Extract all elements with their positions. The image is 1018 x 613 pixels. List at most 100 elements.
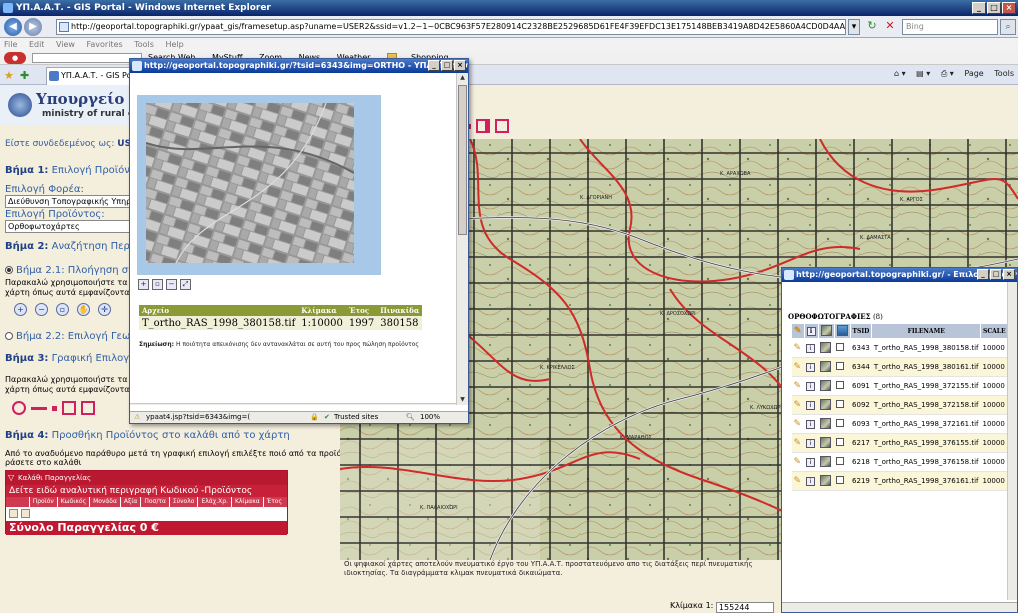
menu-edit[interactable]: Edit <box>29 40 45 49</box>
list-row[interactable]: ✎i6343T_ortho_RAS_1998_380158.tif100001 <box>791 338 1017 358</box>
row-info-icon[interactable]: i <box>806 419 816 429</box>
row-select-cell[interactable] <box>834 338 851 358</box>
draw-circle-icon[interactable] <box>12 401 26 415</box>
row-info-cell[interactable]: i <box>804 338 819 358</box>
cart-edit-icon[interactable] <box>21 509 30 518</box>
list-col-tsid[interactable]: TSID <box>849 323 873 339</box>
address-field[interactable]: http://geoportal.topographiki.gr/ypaat_g… <box>56 19 846 35</box>
step21-radio[interactable] <box>5 266 13 274</box>
map-polygon-icon[interactable] <box>476 119 490 133</box>
toolbar-search-input[interactable] <box>32 53 142 63</box>
row-edit-icon[interactable]: ✎ <box>794 381 802 391</box>
row-thumb-cell[interactable] <box>818 376 835 396</box>
menu-favorites[interactable]: Favorites <box>87 40 123 49</box>
row-select-cell[interactable] <box>834 395 851 415</box>
row-edit-cell[interactable]: ✎ <box>791 414 805 434</box>
list-row[interactable]: ✎i6218T_ortho_RAS_1998_376158.tif100001 <box>791 452 1017 472</box>
list-vscrollbar[interactable] <box>1007 282 1017 600</box>
row-edit-cell[interactable]: ✎ <box>791 338 805 358</box>
row-select-cell[interactable] <box>834 433 851 453</box>
row-thumb-cell[interactable] <box>818 471 835 491</box>
row-thumb-cell[interactable] <box>818 452 835 472</box>
row-info-cell[interactable]: i <box>804 395 819 415</box>
home-icon[interactable]: ⌂ ▾ <box>894 69 906 78</box>
row-edit-icon[interactable]: ✎ <box>794 457 802 467</box>
forward-button[interactable]: ▶ <box>24 18 42 36</box>
list-maximize-button[interactable]: □ <box>990 269 1002 280</box>
row-edit-icon[interactable]: ✎ <box>794 362 802 372</box>
list-row[interactable]: ✎i6091T_ortho_RAS_1998_372155.tif100001 <box>791 376 1017 396</box>
row-select-cell[interactable] <box>834 471 851 491</box>
row-info-icon[interactable]: i <box>806 400 816 410</box>
pan-hand-icon[interactable]: ✋ <box>77 303 90 316</box>
row-edit-cell[interactable]: ✎ <box>791 471 805 491</box>
row-thumbnail-icon[interactable] <box>820 474 832 486</box>
draw-rectangle-icon[interactable] <box>81 401 95 415</box>
minimize-button[interactable]: _ <box>972 2 986 14</box>
search-icon[interactable]: ⌕ <box>1000 19 1016 35</box>
row-thumb-cell[interactable] <box>818 395 835 415</box>
preview-zoom-in-icon[interactable]: + <box>138 279 149 290</box>
row-edit-icon[interactable]: ✎ <box>794 476 802 486</box>
refresh-icon[interactable]: ↻ <box>864 19 880 35</box>
row-checkbox[interactable] <box>836 438 845 446</box>
preview-hscrollbar[interactable] <box>130 403 456 405</box>
row-select-cell[interactable] <box>834 376 851 396</box>
row-info-icon[interactable]: i <box>806 362 816 372</box>
list-row[interactable]: ✎i6092T_ortho_RAS_1998_372158.tif100001 <box>791 395 1017 415</box>
list-close-button[interactable]: × <box>1003 269 1015 280</box>
row-checkbox[interactable] <box>836 457 845 465</box>
row-checkbox[interactable] <box>836 343 845 351</box>
row-thumb-cell[interactable] <box>818 414 835 434</box>
preview-close-button[interactable]: × <box>454 60 466 71</box>
list-hscrollbar[interactable] <box>782 602 1017 612</box>
row-edit-cell[interactable]: ✎ <box>791 452 805 472</box>
draw-polygon-icon[interactable] <box>62 401 76 415</box>
draw-line-icon[interactable] <box>31 407 47 410</box>
row-thumbnail-icon[interactable] <box>820 360 832 372</box>
row-thumbnail-icon[interactable] <box>820 341 832 353</box>
preview-zoom-box-icon[interactable]: ▫ <box>152 279 163 290</box>
scroll-up-icon[interactable]: ▲ <box>458 73 467 83</box>
cart-delete-icon[interactable] <box>9 509 18 518</box>
list-row[interactable]: ✎i6217T_ortho_RAS_1998_376155.tif100001 <box>791 433 1017 453</box>
row-checkbox[interactable] <box>836 381 845 389</box>
row-checkbox[interactable] <box>836 419 845 427</box>
row-info-cell[interactable]: i <box>804 357 819 377</box>
zoom-rect-icon[interactable]: ▫ <box>56 303 69 316</box>
row-thumb-cell[interactable] <box>818 357 835 377</box>
back-button[interactable]: ◀ <box>4 18 22 36</box>
row-info-cell[interactable]: i <box>804 414 819 434</box>
feeds-icon[interactable]: ▤ ▾ <box>916 69 930 78</box>
row-thumbnail-icon[interactable] <box>820 436 832 448</box>
search-input[interactable]: Bing <box>902 19 998 35</box>
list-col-filename[interactable]: FILENAME <box>871 323 982 339</box>
row-info-icon[interactable]: i <box>806 438 816 448</box>
row-checkbox[interactable] <box>836 362 845 370</box>
row-thumbnail-icon[interactable] <box>820 455 832 467</box>
row-edit-icon[interactable]: ✎ <box>794 438 802 448</box>
scroll-down-icon[interactable]: ▼ <box>458 395 467 405</box>
menu-tools[interactable]: Tools <box>134 40 154 49</box>
row-info-cell[interactable]: i <box>804 433 819 453</box>
menu-file[interactable]: File <box>4 40 17 49</box>
row-thumb-cell[interactable] <box>818 338 835 358</box>
preview-full-icon[interactable]: ⤢ <box>180 279 191 290</box>
step22-radio[interactable] <box>5 332 13 340</box>
menu-view[interactable]: View <box>56 40 75 49</box>
row-info-icon[interactable]: i <box>806 476 816 486</box>
status-zoom-icon[interactable]: 🔍︎ <box>406 412 415 423</box>
status-zoom[interactable]: 100% <box>420 412 440 423</box>
tools-menu[interactable]: Tools <box>994 69 1014 78</box>
favorites-star-icon[interactable]: ★ <box>4 69 14 82</box>
zoom-out-icon[interactable]: − <box>35 303 48 316</box>
row-edit-cell[interactable]: ✎ <box>791 395 805 415</box>
row-thumbnail-icon[interactable] <box>820 417 832 429</box>
address-dropdown-button[interactable]: ▾ <box>848 19 860 35</box>
row-checkbox[interactable] <box>836 476 845 484</box>
page-menu[interactable]: Page <box>964 69 983 78</box>
row-thumbnail-icon[interactable] <box>820 398 832 410</box>
row-select-cell[interactable] <box>834 414 851 434</box>
menu-help[interactable]: Help <box>165 40 183 49</box>
row-edit-cell[interactable]: ✎ <box>791 376 805 396</box>
